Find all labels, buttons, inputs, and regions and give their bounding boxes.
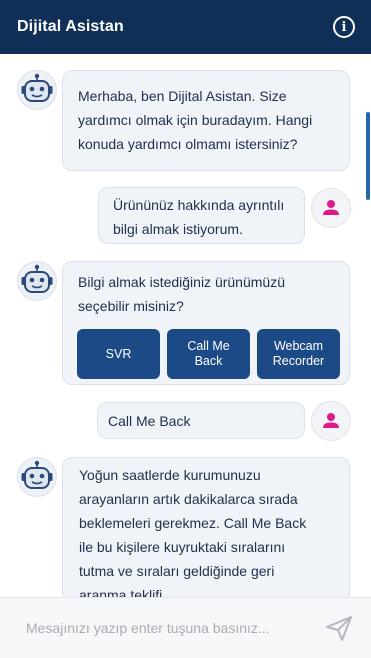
robot-icon xyxy=(21,73,53,102)
message-text: Merhaba, ben Dijital Asistan. Size yardı… xyxy=(78,88,313,152)
bot-message: Yoğun saatlerde kurumunuzu arayanların a… xyxy=(62,457,350,597)
message-text: Call Me Back xyxy=(108,413,191,429)
send-icon[interactable] xyxy=(325,614,353,642)
bot-avatar xyxy=(17,261,57,301)
user-avatar xyxy=(311,401,351,441)
bot-avatar xyxy=(17,70,57,110)
user-message: Ürününüz hakkında ayrıntılı bilgi almak … xyxy=(98,187,305,244)
user-icon xyxy=(323,200,339,215)
message-input-bar xyxy=(0,597,371,658)
scrollbar[interactable] xyxy=(366,112,370,200)
option-button-svr[interactable]: SVR xyxy=(77,329,160,379)
user-message: Call Me Back xyxy=(97,402,305,439)
option-button-call-me-back[interactable]: Call Me Back xyxy=(167,329,250,379)
robot-icon xyxy=(21,460,53,489)
option-button-webcam-recorder[interactable]: Webcam Recorder xyxy=(257,329,340,379)
header-title: Dijital Asistan xyxy=(17,18,124,35)
bot-message: Merhaba, ben Dijital Asistan. Size yardı… xyxy=(62,70,350,171)
robot-icon xyxy=(21,264,53,293)
user-icon xyxy=(323,413,339,428)
chat-header: Dijital Asistan i xyxy=(0,0,371,54)
chat-area[interactable]: Merhaba, ben Dijital Asistan. Size yardı… xyxy=(0,54,371,597)
message-text: Bilgi almak istediğiniz ürünümüzü seçebi… xyxy=(78,274,285,314)
message-text: Ürününüz hakkında ayrıntılı bilgi almak … xyxy=(113,197,285,237)
user-avatar xyxy=(311,188,351,228)
info-icon[interactable]: i xyxy=(333,16,355,38)
bot-avatar xyxy=(17,457,57,497)
message-input[interactable] xyxy=(26,620,317,636)
message-text: Yoğun saatlerde kurumunuzu arayanların a… xyxy=(79,467,307,597)
